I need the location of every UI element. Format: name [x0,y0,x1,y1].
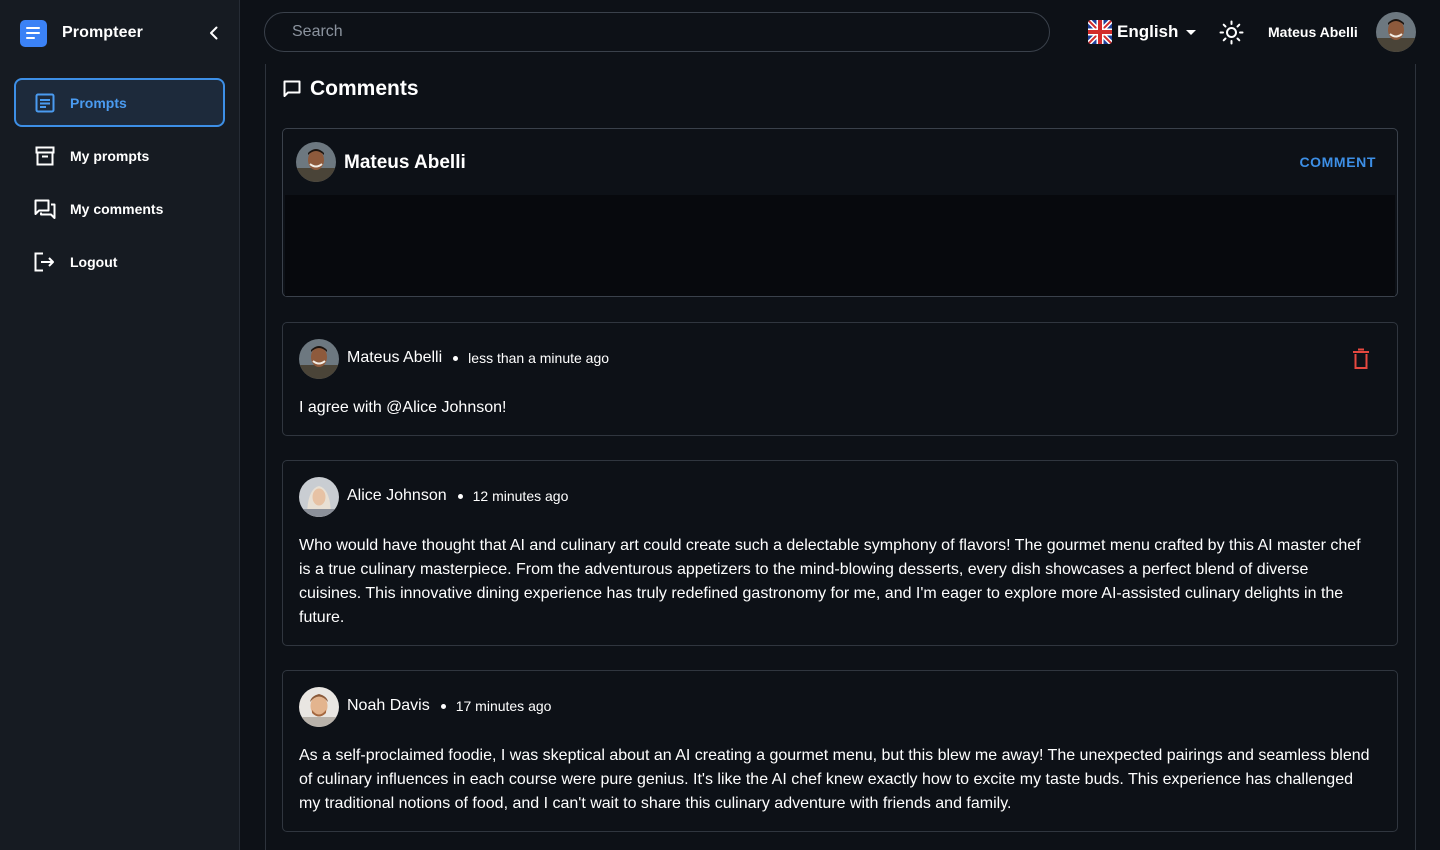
logout-icon [34,251,56,273]
comments-section-header: Comments [283,77,419,101]
comment-card: Noah Davis 17 minutes ago As a self-proc… [282,670,1398,832]
language-selector[interactable]: English [1088,20,1197,44]
archive-icon [34,145,56,167]
brand-name: Prompteer [62,24,143,41]
uk-flag-icon [1088,20,1112,44]
separator-dot [440,703,446,709]
sidebar-item-label: My prompts [70,147,150,164]
sidebar-item-label: Prompts [70,94,127,111]
sidebar: Prompteer Prompts My prompts My comments… [0,0,240,850]
chevron-left-icon [210,26,218,40]
comment-card: Alice Johnson 12 minutes ago Who would h… [282,460,1398,646]
avatar [296,142,336,182]
comment-text: As a self-proclaimed foodie, I was skept… [299,747,1370,812]
comment-time: less than a minute ago [468,350,610,366]
sidebar-item-logout[interactable]: Logout [14,237,225,286]
sidebar-item-label: My comments [70,200,164,217]
user-avatar[interactable] [1376,12,1416,52]
sidebar-item-prompts[interactable]: Prompts [14,78,225,127]
comment-meta: Noah Davis 17 minutes ago [347,697,551,715]
comment-icon [283,80,301,97]
theme-toggle-button[interactable] [1219,20,1244,45]
avatar [299,339,339,379]
composer-header: Mateus Abelli COMMENT [283,129,1397,195]
comment-submit-button[interactable]: COMMENT [1299,154,1376,170]
comment-author: Noah Davis [347,697,430,714]
search-bar[interactable] [264,12,1050,52]
comment-composer: Mateus Abelli COMMENT [282,128,1398,297]
composer-author: Mateus Abelli [344,152,466,173]
sidebar-nav: Prompts My prompts My comments Logout [14,78,225,290]
header-user-name: Mateus Abelli [1268,24,1358,40]
avatar [299,477,339,517]
sun-icon [1219,20,1244,45]
comment-time: 12 minutes ago [472,488,569,504]
comments-title: Comments [310,77,419,100]
delete-comment-button[interactable] [1352,348,1370,370]
comment-meta: Alice Johnson 12 minutes ago [347,487,568,505]
avatar [299,687,339,727]
sidebar-item-my-prompts[interactable]: My prompts [14,131,225,180]
prompt-list-icon [34,92,56,114]
comment-text: Who would have thought that AI and culin… [299,537,1361,626]
search-input[interactable] [292,23,1049,41]
collapse-sidebar-button[interactable] [203,22,225,44]
forum-icon [34,198,56,220]
caret-down-icon [1186,29,1197,35]
brand[interactable]: Prompteer [20,19,143,47]
separator-dot [453,355,459,361]
sidebar-item-label: Logout [70,253,118,270]
comment-card: Mateus Abelli less than a minute ago I a… [282,322,1398,436]
comment-author: Alice Johnson [347,487,447,504]
language-label: English [1117,22,1179,41]
separator-dot [457,493,463,499]
comment-time: 17 minutes ago [455,698,552,714]
comment-meta: Mateus Abelli less than a minute ago [347,349,609,367]
prompteer-logo-icon [20,19,47,47]
comment-author: Mateus Abelli [347,349,443,366]
comment-text: I agree with @Alice Johnson! [299,399,507,416]
sidebar-item-my-comments[interactable]: My comments [14,184,225,233]
comment-textarea[interactable] [285,195,1395,296]
trash-icon [1353,348,1369,369]
